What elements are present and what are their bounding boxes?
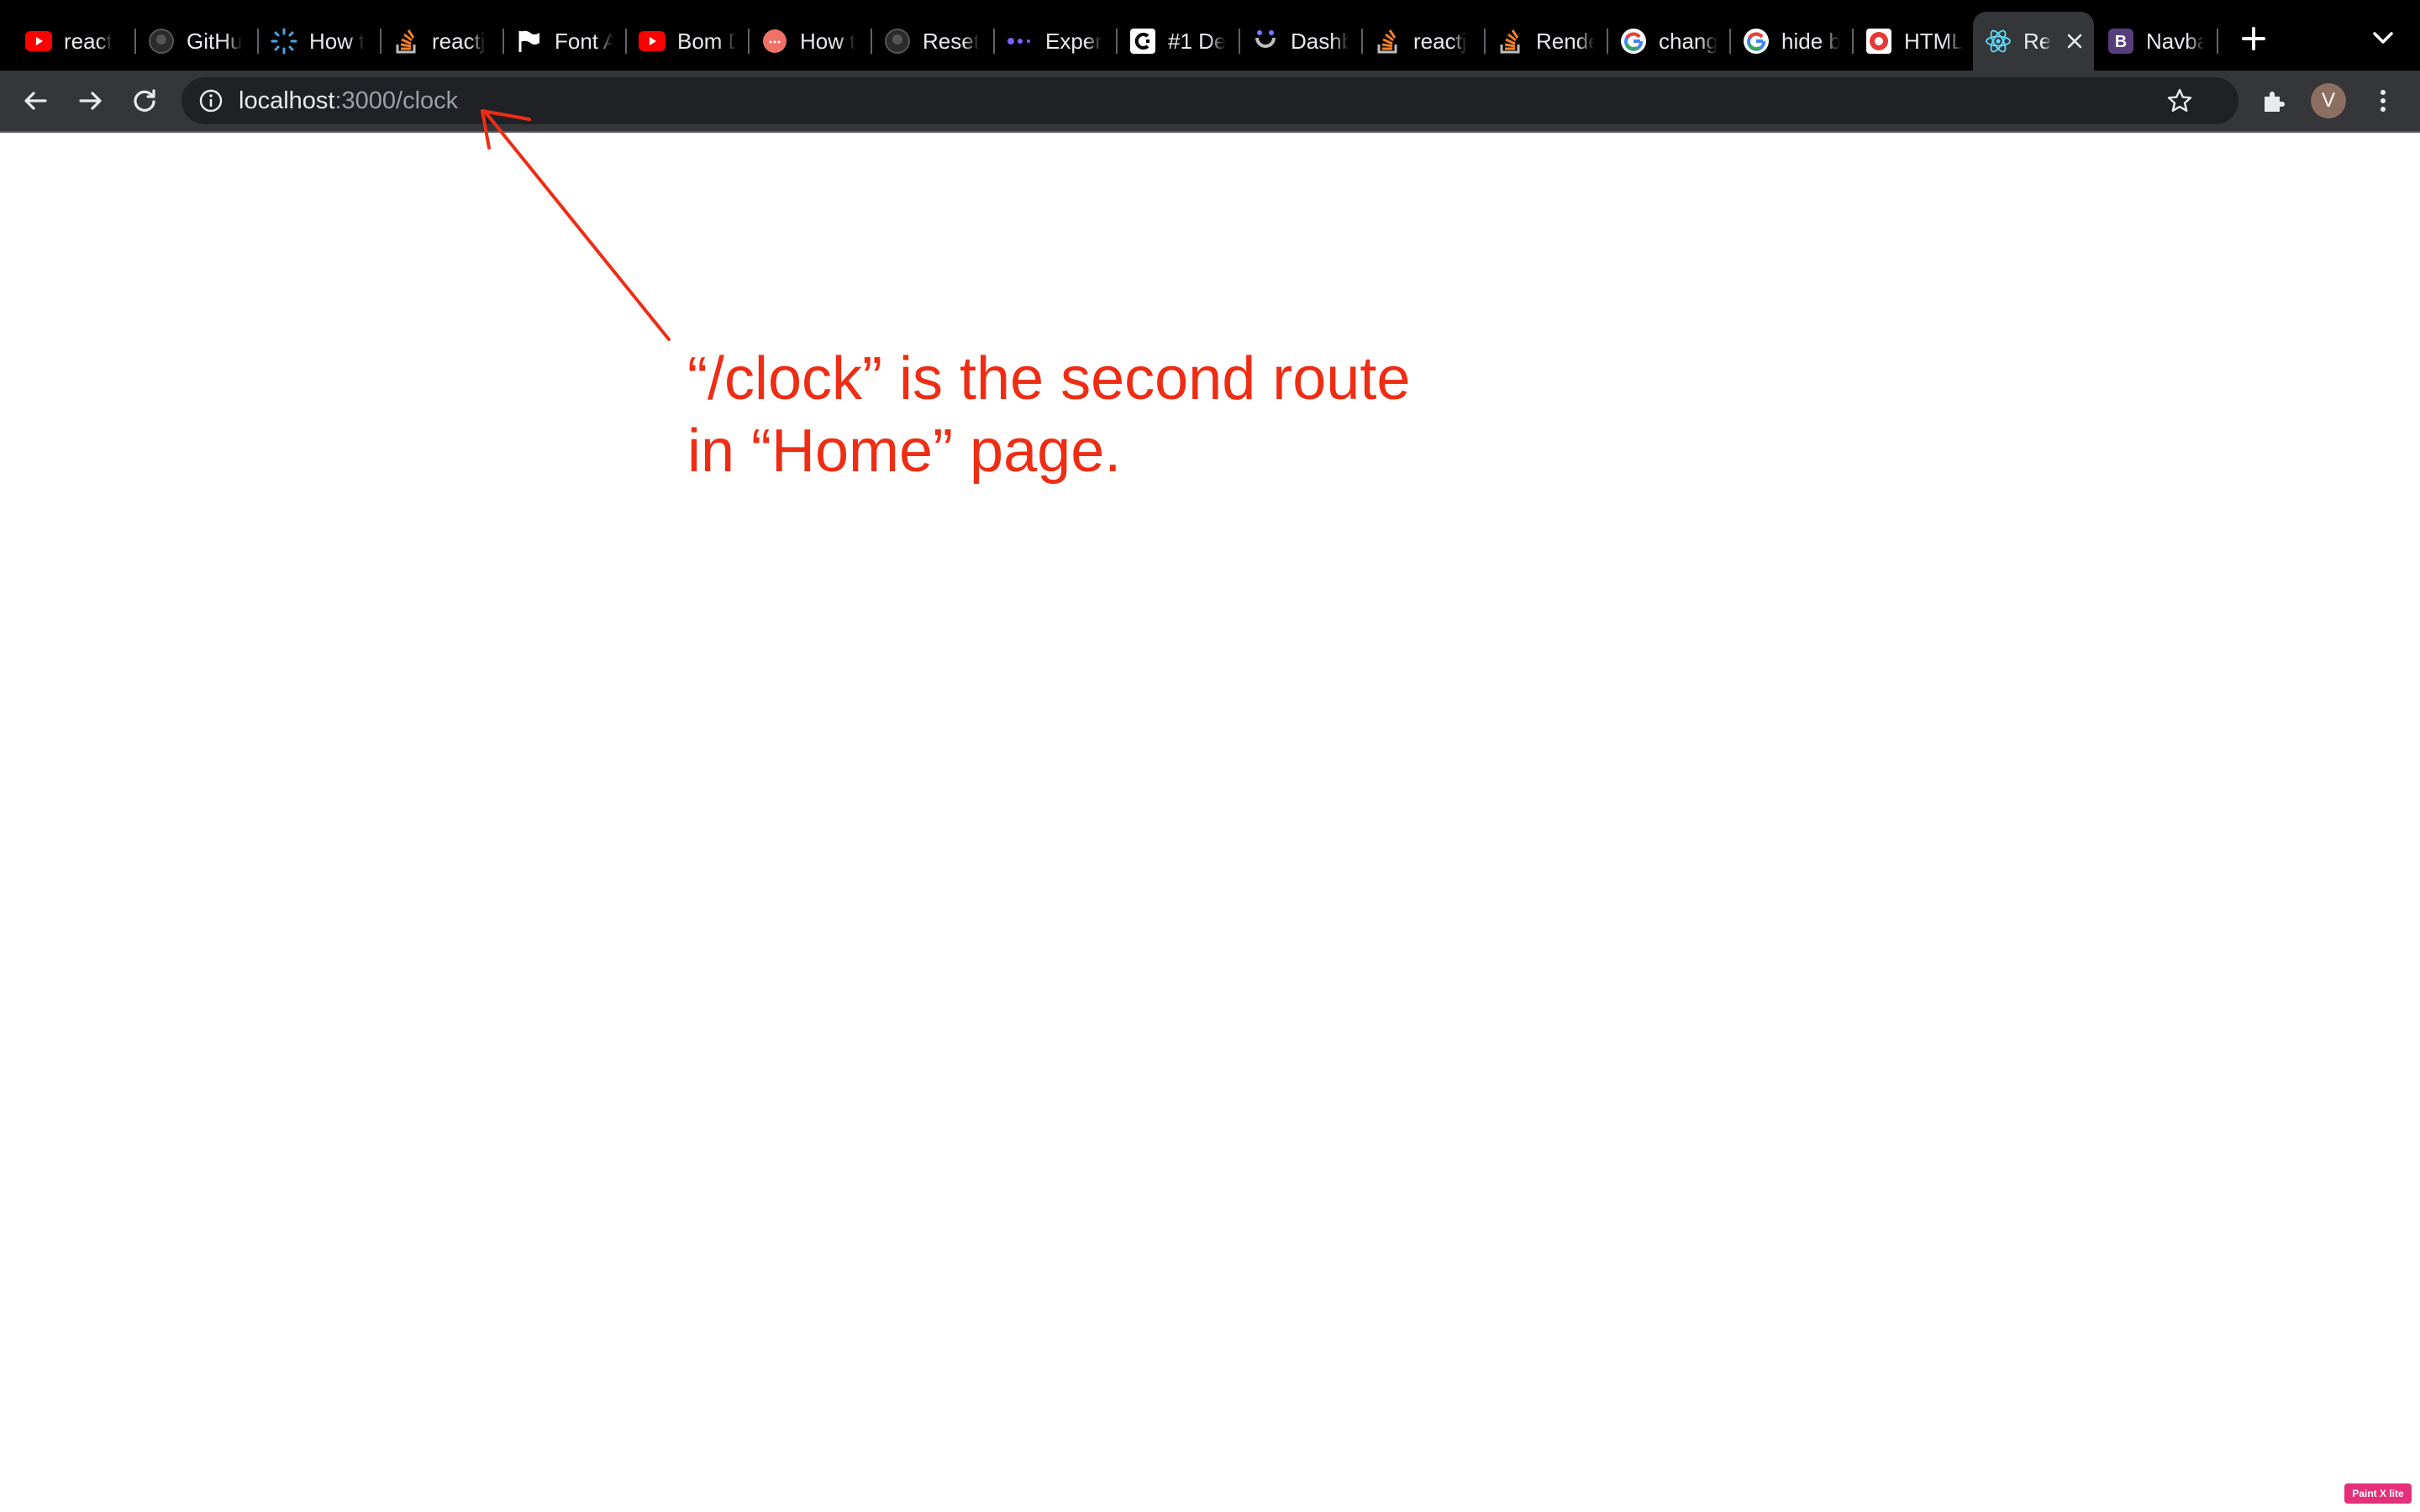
github-icon xyxy=(148,28,175,55)
tab-9[interactable]: Exper xyxy=(995,12,1116,71)
extensions-button[interactable] xyxy=(2254,81,2294,121)
react-icon xyxy=(1985,28,2012,55)
tab-17-active[interactable]: Re xyxy=(1973,12,2094,71)
chevron-down-icon xyxy=(2373,32,2393,44)
tab-title: How t xyxy=(309,28,366,54)
tab-title: HTML xyxy=(1904,28,1963,54)
plus-icon xyxy=(2242,27,2265,50)
spinner-icon xyxy=(271,28,297,55)
url-host: localhost xyxy=(239,87,335,114)
youtube-icon xyxy=(639,28,666,55)
tab-title: reactj xyxy=(1413,28,1467,54)
annotation-line-1: “/clock” is the second route xyxy=(687,345,1411,412)
google-icon xyxy=(1743,28,1770,55)
red-circle-icon xyxy=(1865,28,1892,55)
tab-title: Dashb xyxy=(1291,28,1349,54)
forward-button[interactable] xyxy=(71,81,111,121)
tab-16[interactable]: HTML xyxy=(1854,12,1975,71)
menu-button[interactable] xyxy=(2363,81,2403,121)
tab-divider xyxy=(2217,29,2218,54)
tab-title: Font A xyxy=(555,28,613,54)
tab-search-button[interactable] xyxy=(2368,29,2398,49)
address-bar[interactable]: localhost:3000/clock xyxy=(182,77,2238,124)
svg-text:B: B xyxy=(2115,33,2127,51)
tab-title: reactj xyxy=(432,28,486,54)
tab-13[interactable]: Rende xyxy=(1486,12,1607,71)
stackoverflow-icon xyxy=(393,28,420,55)
tab-title: Bom D xyxy=(677,28,736,54)
tab-title: Re xyxy=(2023,28,2052,54)
bootstrap-icon: B xyxy=(2107,28,2134,55)
close-tab-icon[interactable] xyxy=(2063,29,2086,53)
tab-8[interactable]: Reset xyxy=(872,12,993,71)
toolbar: localhost:3000/clock V xyxy=(0,71,2420,131)
arc-icon xyxy=(1252,28,1279,55)
tab-6[interactable]: Bom D xyxy=(627,12,748,71)
annotation-line-2: in “Home” page. xyxy=(687,417,1122,485)
tab-7[interactable]: How t xyxy=(750,12,871,71)
tab-3[interactable]: How t xyxy=(259,12,380,71)
tab-10[interactable]: #1 De xyxy=(1118,12,1239,71)
stackoverflow-icon xyxy=(1375,28,1402,55)
circle-icon xyxy=(761,28,788,55)
tab-title: chang xyxy=(1659,28,1718,54)
bookmark-star-icon[interactable] xyxy=(2166,87,2193,114)
tab-title: react xyxy=(64,28,113,54)
tab-title: GitHu xyxy=(187,28,243,54)
youtube-icon xyxy=(25,28,52,55)
url-text[interactable]: localhost:3000/clock xyxy=(239,87,458,114)
arrow-left-icon xyxy=(24,92,47,110)
arrow-right-icon xyxy=(79,92,102,110)
puzzle-icon xyxy=(2265,92,2285,112)
google-icon xyxy=(1620,28,1647,55)
tab-title: hide b xyxy=(1781,28,1840,54)
tab-12[interactable]: reactj xyxy=(1363,12,1484,71)
kebab-menu-icon xyxy=(2381,90,2386,112)
dots-icon xyxy=(1007,28,1034,55)
github-icon xyxy=(884,28,911,55)
browser-window: react GitHu How t reactj Font A Bom How … xyxy=(0,0,2420,1512)
tab-title: Rende xyxy=(1536,28,1595,54)
c-logo-icon xyxy=(1129,28,1156,55)
tab-title: #1 De xyxy=(1168,28,1227,54)
stackoverflow-icon xyxy=(1497,28,1524,55)
profile-avatar[interactable]: V xyxy=(2311,83,2346,118)
tab-title: Reset xyxy=(923,28,980,54)
site-info-icon[interactable] xyxy=(198,88,224,113)
back-button[interactable] xyxy=(15,81,55,121)
tab-11[interactable]: Dashb xyxy=(1240,12,1361,71)
reload-icon xyxy=(134,89,155,112)
tab-title: Navba xyxy=(2146,28,2205,54)
tab-18[interactable]: B Navba xyxy=(2096,12,2217,71)
flag-icon xyxy=(516,28,543,55)
tab-14[interactable]: chang xyxy=(1608,12,1729,71)
url-path: :3000/clock xyxy=(334,87,459,114)
watermark-badge: Paint X lite xyxy=(2344,1483,2412,1504)
tab-15[interactable]: hide b xyxy=(1731,12,1852,71)
page-content xyxy=(0,131,2420,1512)
tab-4[interactable]: reactj xyxy=(381,12,502,71)
tab-title: Exper xyxy=(1045,28,1102,54)
tab-title: How t xyxy=(800,28,856,54)
reload-button[interactable] xyxy=(124,81,165,121)
tab-5[interactable]: Font A xyxy=(504,12,625,71)
tab-2[interactable]: GitHu xyxy=(136,12,257,71)
new-tab-button[interactable] xyxy=(2238,24,2269,54)
annotation-text: “/clock” is the second route in “Home” p… xyxy=(687,343,1410,487)
tab-strip: react GitHu How t reactj Font A Bom How … xyxy=(0,0,2420,71)
tab-1[interactable]: react xyxy=(13,12,134,71)
